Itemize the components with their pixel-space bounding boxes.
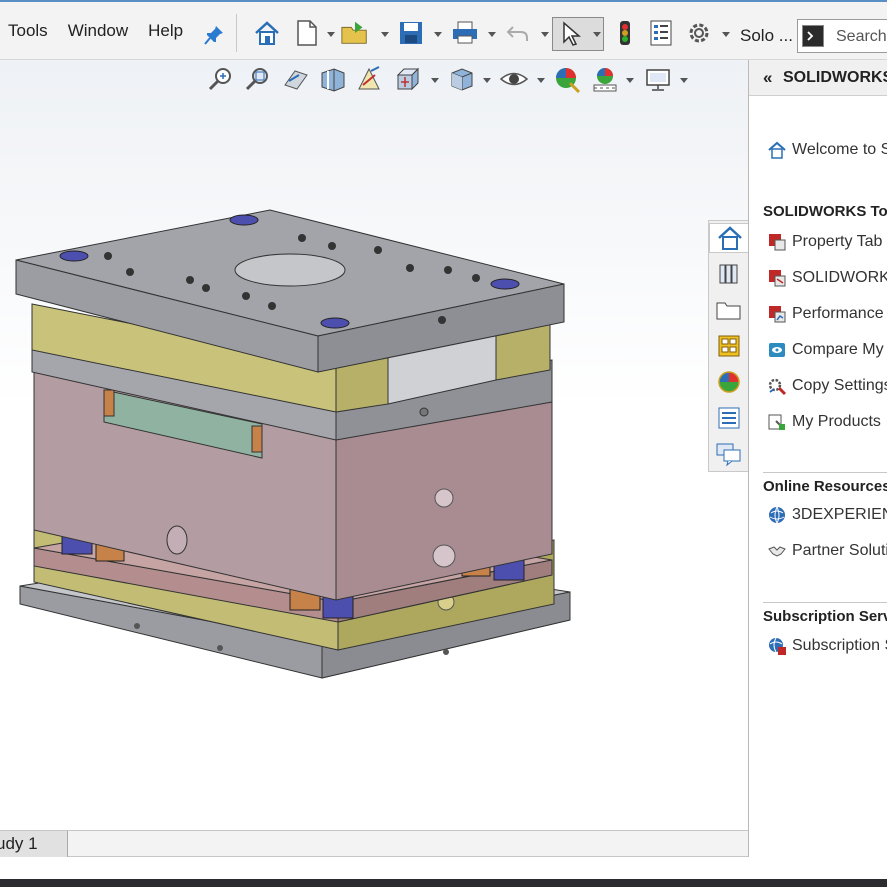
home-icon <box>768 141 786 159</box>
dynamic-annotation-icon[interactable] <box>355 64 385 94</box>
document-title: Solo ... <box>740 26 793 45</box>
tab-design-library-icon[interactable] <box>713 259 745 289</box>
solidworks-rx-icon <box>769 270 786 287</box>
tab-study[interactable]: udy 1 <box>0 831 68 857</box>
tool-link[interactable]: Performance Benchmark Test <box>767 303 887 325</box>
chevron-down-icon[interactable] <box>483 78 491 83</box>
subscription-globe-icon <box>769 637 786 655</box>
tools-section-header: SOLIDWORKS Tools <box>763 203 887 220</box>
chevron-down-icon[interactable] <box>434 32 442 37</box>
chevron-down-icon[interactable] <box>541 32 549 37</box>
task-pane: « SOLIDWORKS Resources Welcome to SOLIDW… <box>748 60 887 857</box>
task-pane-title: SOLIDWORKS Resources <box>783 69 887 86</box>
online-resources-section-header: Online Resources <box>763 472 887 495</box>
tool-link[interactable]: Compare My Score <box>767 339 887 361</box>
home-icon[interactable] <box>252 18 282 48</box>
globe-icon <box>769 506 785 524</box>
section-view-icon[interactable] <box>318 64 348 94</box>
performance-benchmark-icon <box>769 306 786 323</box>
chevron-down-icon[interactable] <box>381 32 389 37</box>
toolbar-separator <box>236 14 237 52</box>
command-prompt-icon <box>802 25 824 47</box>
tab-view-palette-icon[interactable] <box>713 331 745 361</box>
copy-settings-wizard-icon <box>768 378 787 396</box>
handshake-icon <box>768 546 786 557</box>
options-gear-icon[interactable] <box>684 18 714 48</box>
mold-base-model[interactable] <box>0 190 600 750</box>
bottom-tab-bar: udy 1 <box>0 830 748 857</box>
menu-help[interactable]: Help <box>148 21 183 41</box>
solidworks-window: Tools Window Help Solo ... Search « SOLI… <box>0 0 887 887</box>
hide-show-items-icon[interactable] <box>499 64 529 94</box>
task-pane-tabs <box>708 220 749 472</box>
study-tab-label: udy 1 <box>0 834 38 853</box>
previous-view-icon[interactable] <box>281 64 311 94</box>
tool-link[interactable]: Property Tab Builder <box>767 231 887 253</box>
pin-icon[interactable] <box>203 24 225 46</box>
top-toolbar: Tools Window Help Solo ... Search <box>0 0 887 60</box>
chevron-down-icon[interactable] <box>722 32 730 37</box>
online-link[interactable]: Partner Solutions <box>767 540 887 562</box>
new-document-icon[interactable] <box>292 18 322 48</box>
file-properties-icon[interactable] <box>646 18 676 48</box>
property-tab-builder-icon <box>769 234 786 251</box>
view-orientation-icon[interactable] <box>394 64 424 94</box>
collapse-chevron-icon[interactable]: « <box>763 68 772 88</box>
tab-appearances-icon[interactable] <box>713 367 745 397</box>
zoom-to-fit-icon[interactable] <box>206 64 236 94</box>
menu-bar: Tools Window Help <box>0 2 195 60</box>
search-input[interactable]: Search <box>836 28 887 46</box>
display-style-icon[interactable] <box>447 64 477 94</box>
save-icon[interactable] <box>396 18 426 48</box>
chevron-down-icon[interactable] <box>537 78 545 83</box>
edit-appearance-icon[interactable] <box>552 64 582 94</box>
task-pane-header: « SOLIDWORKS Resources <box>749 60 887 96</box>
undo-icon[interactable] <box>503 18 533 48</box>
view-settings-icon[interactable] <box>643 64 673 94</box>
menu-tools[interactable]: Tools <box>8 21 48 41</box>
tab-file-explorer-icon[interactable] <box>713 295 745 325</box>
tool-link[interactable]: My Products <box>767 411 881 433</box>
chevron-down-icon[interactable] <box>488 32 496 37</box>
subscription-section-header: Subscription Services <box>763 602 887 625</box>
compare-score-icon <box>769 343 785 357</box>
os-taskbar <box>0 879 887 887</box>
tab-solidworks-resources-home-icon[interactable] <box>709 223 749 253</box>
tool-link[interactable]: Copy Settings Wizard <box>767 375 887 397</box>
search-box[interactable]: Search <box>797 19 887 53</box>
graphics-area[interactable] <box>0 60 749 830</box>
chevron-down-icon[interactable] <box>431 78 439 83</box>
tool-link[interactable]: SOLIDWORKS Rx <box>767 267 887 289</box>
online-link[interactable]: 3DEXPERIENCE Marketplace <box>767 504 887 526</box>
tab-forum-icon[interactable] <box>713 439 745 469</box>
chevron-down-icon[interactable] <box>680 78 688 83</box>
print-icon[interactable] <box>450 18 480 48</box>
my-products-icon <box>768 414 785 430</box>
menu-window[interactable]: Window <box>68 21 128 41</box>
rebuild-traffic-light-icon[interactable] <box>610 18 640 48</box>
tab-custom-properties-icon[interactable] <box>713 403 745 433</box>
apply-scene-icon[interactable] <box>590 64 620 94</box>
chevron-down-icon[interactable] <box>593 32 601 37</box>
chevron-down-icon[interactable] <box>626 78 634 83</box>
chevron-down-icon[interactable] <box>327 32 335 37</box>
zoom-to-area-icon[interactable] <box>243 64 273 94</box>
subscription-link[interactable]: Subscription Services <box>767 635 887 657</box>
open-folder-icon[interactable] <box>340 18 370 48</box>
heads-up-view-toolbar <box>0 64 700 96</box>
welcome-link[interactable]: Welcome to SOLIDWORKS <box>767 139 887 161</box>
